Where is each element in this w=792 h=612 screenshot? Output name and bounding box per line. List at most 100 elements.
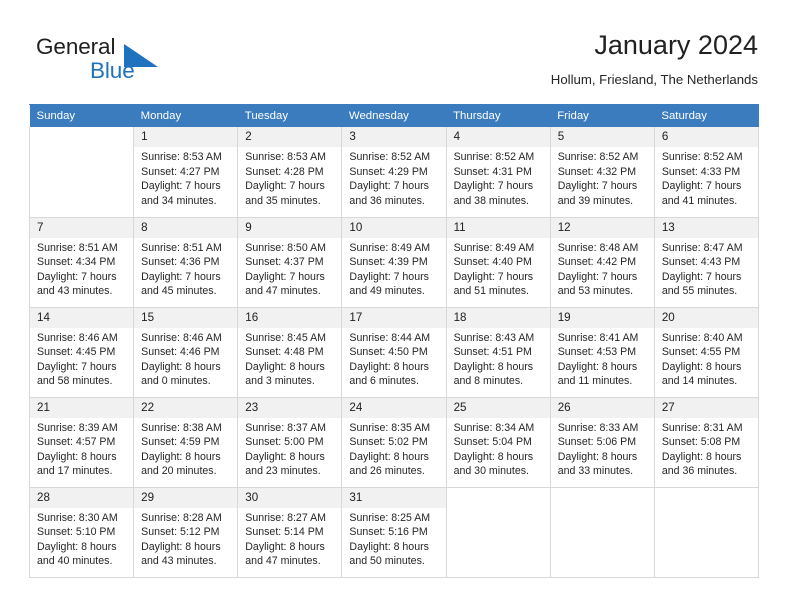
calendar-day-cell[interactable]: 20 Sunrise: 8:40 AM Sunset: 4:55 PM Dayligh… [653, 307, 760, 398]
calendar-day-cell[interactable]: 29 Sunrise: 8:28 AM Sunset: 5:12 PM Dayligh… [133, 487, 239, 578]
daylight-text-line1: Daylight: 7 hours [557, 270, 638, 283]
calendar-day-cell[interactable]: 16 Sunrise: 8:45 AM Sunset: 4:48 PM Dayligh… [237, 307, 343, 398]
day-number: 1 [134, 127, 238, 147]
calendar-day-cell[interactable]: 7 Sunrise: 8:51 AM Sunset: 4:34 PM Daylight… [28, 217, 135, 308]
daylight-text-line1: Daylight: 8 hours [557, 360, 638, 373]
daylight-text-line1: Daylight: 7 hours [453, 180, 534, 193]
sunrise-text: Sunrise: 8:47 AM [661, 241, 743, 254]
daylight-text-line1: Daylight: 8 hours [349, 540, 429, 553]
calendar-day-cell[interactable]: 1 Sunrise: 8:53 AM Sunset: 4:27 PM Daylight… [133, 127, 239, 218]
sunset-text: Sunset: 4:40 PM [453, 256, 532, 269]
sunset-text: Sunset: 5:00 PM [245, 436, 324, 449]
sunset-text: Sunset: 4:39 PM [349, 256, 428, 269]
calendar-day-cell[interactable]: 3 Sunrise: 8:52 AM Sunset: 4:29 PM Daylight… [341, 127, 447, 218]
day-sun-info: Sunrise: 8:38 AM Sunset: 4:59 PM Daylight:… [134, 418, 237, 479]
sunrise-text: Sunrise: 8:43 AM [453, 331, 535, 344]
sunset-text: Sunset: 5:12 PM [141, 526, 220, 539]
calendar-day-cell[interactable]: 14 Sunrise: 8:46 AM Sunset: 4:45 PM Dayligh… [28, 307, 135, 398]
daylight-text-line2: and 58 minutes. [37, 375, 113, 388]
daylight-text-line1: Daylight: 7 hours [453, 270, 534, 283]
day-number: 5 [550, 127, 654, 147]
daylight-text-line1: Daylight: 7 hours [141, 180, 221, 193]
sunset-text: Sunset: 4:51 PM [453, 346, 532, 359]
daylight-text-line2: and 8 minutes. [453, 375, 524, 388]
day-sun-info: Sunrise: 8:48 AM Sunset: 4:42 PM Daylight:… [551, 238, 654, 299]
daylight-text-line1: Daylight: 8 hours [557, 450, 638, 463]
calendar-day-cell[interactable]: 15 Sunrise: 8:46 AM Sunset: 4:46 PM Dayligh… [133, 307, 239, 398]
day-sun-info: Sunrise: 8:33 AM Sunset: 5:06 PM Daylight:… [551, 418, 654, 479]
sunrise-text: Sunrise: 8:31 AM [661, 421, 743, 434]
sunrise-text: Sunrise: 8:41 AM [557, 331, 639, 344]
calendar-day-cell[interactable]: 9 Sunrise: 8:50 AM Sunset: 4:37 PM Daylight… [237, 217, 343, 308]
daylight-text-line2: and 39 minutes. [557, 194, 634, 207]
daylight-text-line1: Daylight: 8 hours [245, 360, 325, 373]
daylight-text-line2: and 20 minutes. [141, 465, 217, 478]
daylight-text-line1: Daylight: 8 hours [453, 450, 534, 463]
calendar-day-cell[interactable]: 25 Sunrise: 8:34 AM Sunset: 5:04 PM Dayligh… [445, 397, 551, 488]
calendar-day-cell[interactable]: 17 Sunrise: 8:44 AM Sunset: 4:50 PM Dayligh… [341, 307, 447, 398]
sunset-text: Sunset: 4:29 PM [349, 165, 428, 178]
calendar-day-cell[interactable]: 8 Sunrise: 8:51 AM Sunset: 4:36 PM Daylight… [133, 217, 239, 308]
sunrise-text: Sunrise: 8:52 AM [661, 151, 743, 163]
daylight-text-line2: and 43 minutes. [141, 555, 217, 568]
calendar-day-cell[interactable]: 2 Sunrise: 8:53 AM Sunset: 4:28 PM Daylight… [237, 127, 343, 218]
calendar-day-cell[interactable]: 26 Sunrise: 8:33 AM Sunset: 5:06 PM Dayligh… [549, 397, 655, 488]
daylight-text-line2: and 0 minutes. [141, 375, 211, 388]
sunrise-text: Sunrise: 8:44 AM [349, 331, 431, 344]
daylight-text-line1: Daylight: 7 hours [661, 270, 742, 283]
daylight-text-line2: and 36 minutes. [349, 194, 425, 207]
day-sun-info: Sunrise: 8:52 AM Sunset: 4:29 PM Daylight:… [342, 147, 445, 208]
day-sun-info: Sunrise: 8:52 AM Sunset: 4:32 PM Daylight:… [551, 147, 654, 208]
daylight-text-line2: and 55 minutes. [661, 285, 738, 298]
day-number: 25 [446, 397, 550, 418]
day-sun-info: Sunrise: 8:41 AM Sunset: 4:53 PM Daylight:… [551, 328, 654, 389]
day-number: 2 [238, 127, 342, 147]
day-number: 12 [550, 217, 654, 238]
calendar-day-cell[interactable]: 24 Sunrise: 8:35 AM Sunset: 5:02 PM Dayligh… [341, 397, 447, 488]
calendar-day-cell[interactable]: 27 Sunrise: 8:31 AM Sunset: 5:08 PM Dayligh… [653, 397, 760, 488]
day-sun-info: Sunrise: 8:31 AM Sunset: 5:08 PM Daylight:… [655, 418, 758, 479]
sunset-text: Sunset: 4:27 PM [141, 165, 220, 178]
calendar-day-cell[interactable]: 6 Sunrise: 8:52 AM Sunset: 4:33 PM Daylight… [653, 127, 760, 218]
day-sun-info: Sunrise: 8:27 AM Sunset: 5:14 PM Daylight:… [238, 508, 341, 569]
calendar-day-cell[interactable]: 11 Sunrise: 8:49 AM Sunset: 4:40 PM Dayligh… [445, 217, 551, 308]
day-number: 23 [238, 397, 342, 418]
calendar-day-cell[interactable]: 10 Sunrise: 8:49 AM Sunset: 4:39 PM Dayligh… [341, 217, 447, 308]
calendar-day-cell[interactable]: 4 Sunrise: 8:52 AM Sunset: 4:31 PM Daylight… [445, 127, 551, 218]
calendar-cell-empty [653, 487, 760, 578]
day-sun-info: Sunrise: 8:51 AM Sunset: 4:36 PM Daylight:… [134, 238, 237, 299]
calendar-week-row: 21 Sunrise: 8:39 AM Sunset: 4:57 PM Dayligh… [28, 397, 760, 488]
calendar-day-cell[interactable]: 18 Sunrise: 8:43 AM Sunset: 4:51 PM Dayligh… [445, 307, 551, 398]
calendar-day-cell[interactable]: 23 Sunrise: 8:37 AM Sunset: 5:00 PM Dayligh… [237, 397, 343, 488]
calendar-day-cell[interactable]: 28 Sunrise: 8:30 AM Sunset: 5:10 PM Dayligh… [28, 487, 135, 578]
calendar-day-cell[interactable]: 31 Sunrise: 8:25 AM Sunset: 5:16 PM Dayligh… [341, 487, 447, 578]
calendar-day-cell[interactable]: 21 Sunrise: 8:39 AM Sunset: 4:57 PM Dayligh… [28, 397, 135, 488]
calendar-day-cell[interactable]: 5 Sunrise: 8:52 AM Sunset: 4:32 PM Daylight… [549, 127, 655, 218]
sunset-text: Sunset: 4:59 PM [141, 436, 220, 449]
sunrise-text: Sunrise: 8:52 AM [557, 151, 639, 163]
sunset-text: Sunset: 4:34 PM [37, 256, 116, 269]
calendar-day-cell[interactable]: 12 Sunrise: 8:48 AM Sunset: 4:42 PM Dayligh… [549, 217, 655, 308]
day-sun-info: Sunrise: 8:30 AM Sunset: 5:10 PM Daylight:… [30, 508, 133, 569]
calendar-day-cell[interactable]: 19 Sunrise: 8:41 AM Sunset: 4:53 PM Dayligh… [549, 307, 655, 398]
sunrise-text: Sunrise: 8:27 AM [245, 511, 326, 524]
calendar-day-cell[interactable]: 22 Sunrise: 8:38 AM Sunset: 4:59 PM Dayligh… [133, 397, 239, 488]
day-number: 22 [134, 397, 238, 418]
calendar-page: General Blue January 2024 Hollum, Friesl… [0, 0, 792, 612]
calendar-week-row: 7 Sunrise: 8:51 AM Sunset: 4:34 PM Daylight… [28, 217, 760, 308]
day-sun-info: Sunrise: 8:34 AM Sunset: 5:04 PM Daylight:… [447, 418, 550, 479]
daylight-text-line1: Daylight: 7 hours [245, 270, 325, 283]
day-number [550, 487, 654, 508]
calendar-day-cell[interactable]: 30 Sunrise: 8:27 AM Sunset: 5:14 PM Dayligh… [237, 487, 343, 578]
daylight-text-line1: Daylight: 7 hours [661, 180, 742, 193]
sunset-text: Sunset: 5:14 PM [245, 526, 324, 539]
day-number: 4 [446, 127, 550, 147]
day-number: 20 [654, 307, 758, 328]
weekday-header-thursday: Thursday [446, 105, 551, 127]
brand-logo[interactable]: General Blue [29, 32, 219, 92]
calendar-day-cell[interactable]: 13 Sunrise: 8:47 AM Sunset: 4:43 PM Dayligh… [653, 217, 760, 308]
day-sun-info: Sunrise: 8:51 AM Sunset: 4:34 PM Daylight:… [30, 238, 133, 299]
daylight-text-line1: Daylight: 8 hours [141, 360, 221, 373]
sunrise-text: Sunrise: 8:37 AM [245, 421, 326, 434]
sunrise-text: Sunrise: 8:28 AM [141, 511, 222, 524]
